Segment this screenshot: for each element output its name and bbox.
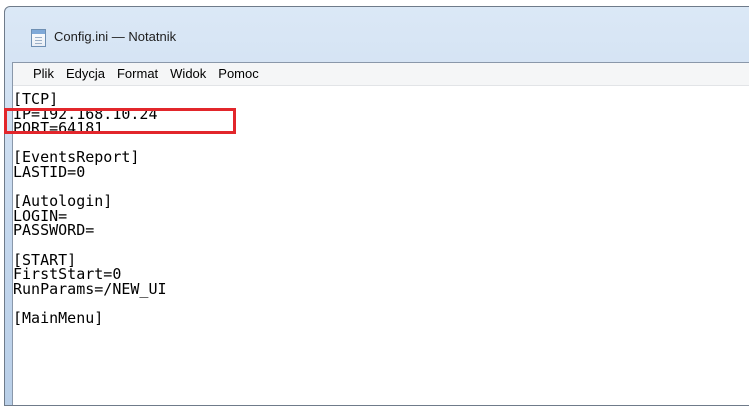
menu-format[interactable]: Format — [111, 64, 164, 84]
notepad-icon — [31, 29, 46, 47]
menu-bar: Plik Edycja Format Widok Pomoc — [13, 63, 749, 86]
title-bar[interactable]: Config.ini — Notatnik — [5, 7, 749, 61]
editor-line: [EventsReport] — [13, 148, 140, 167]
menu-widok[interactable]: Widok — [164, 64, 212, 84]
menu-edycja[interactable]: Edycja — [60, 64, 111, 84]
notepad-window: Config.ini — Notatnik Plik Edycja Format… — [4, 6, 749, 406]
editor-line: LASTID=0 — [13, 162, 86, 181]
window-title: Config.ini — Notatnik — [54, 29, 177, 44]
editor-line: [MainMenu] — [13, 308, 104, 327]
editor-line: PASSWORD= — [13, 221, 95, 240]
editor-line: [Autologin] — [13, 192, 113, 211]
menu-plik[interactable]: Plik — [27, 64, 60, 84]
editor-line: [START] — [13, 250, 77, 269]
editor-line: RunParams=/NEW_UI — [13, 279, 167, 298]
editor-line: LOGIN= — [13, 206, 68, 225]
menu-pomoc[interactable]: Pomoc — [212, 64, 264, 84]
ip-highlight-box — [4, 108, 236, 134]
